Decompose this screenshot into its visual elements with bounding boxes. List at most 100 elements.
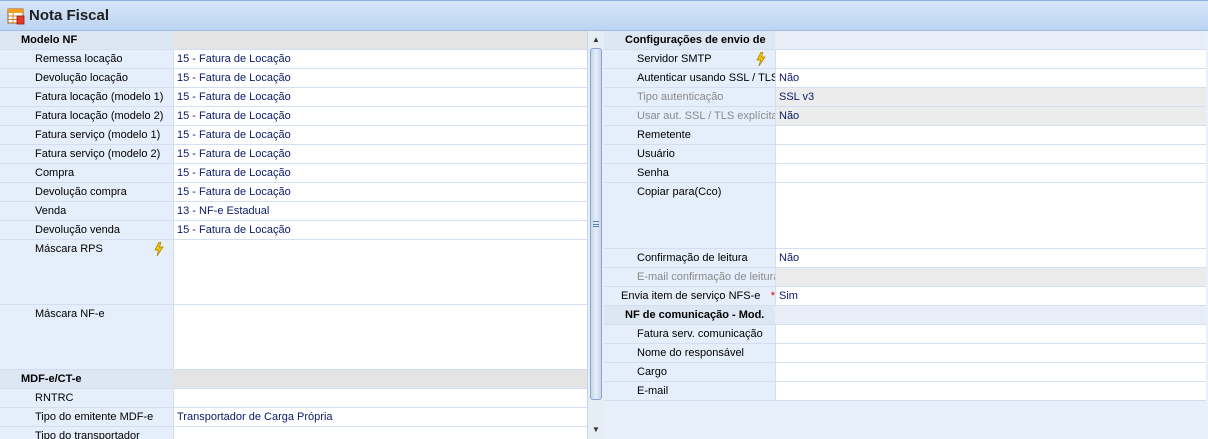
row-label: Remetente (604, 126, 775, 144)
autenticar-ssl-select[interactable]: Não (775, 69, 1206, 87)
row-label: Copiar para(Cco) (604, 183, 775, 248)
row-label: Fatura locação (modelo 2) (0, 107, 173, 125)
row-value-field[interactable]: 15 - Fatura de Locação (173, 221, 587, 239)
row-label: Fatura locação (modelo 1) (0, 88, 173, 106)
category-fill (173, 31, 587, 49)
scrollbar-thumb[interactable] (590, 48, 602, 400)
grip-icon (593, 221, 599, 227)
row-value-field[interactable]: 15 - Fatura de Locação (173, 183, 587, 201)
usar-ssl-explicita-select: Não (775, 107, 1206, 125)
row-value-field[interactable]: 15 - Fatura de Locação (173, 107, 587, 125)
modelo-nf-row[interactable]: Remessa locação 15 - Fatura de Locação (0, 50, 587, 69)
row-value-field[interactable]: 15 - Fatura de Locação (173, 145, 587, 163)
row-label: Confirmação de leitura (604, 249, 775, 267)
row-usuario[interactable]: Usuário (604, 145, 1206, 164)
row-value-field[interactable]: Transportador de Carga Própria (173, 408, 587, 426)
label-text: Servidor SMTP (637, 53, 712, 65)
row-label: Fatura serv. comunicação (604, 325, 775, 343)
modelo-nf-row[interactable]: Devolução locação 15 - Fatura de Locação (0, 69, 587, 88)
modelo-nf-row[interactable]: Fatura locação (modelo 2) 15 - Fatura de … (0, 107, 587, 126)
row-email-confirmacao: E-mail confirmação de leitura (604, 268, 1206, 287)
mdfe-row[interactable]: Tipo do transportador (0, 427, 587, 439)
row-mascara-nfe[interactable]: Máscara NF-e (0, 305, 587, 370)
email-confirmacao-input (775, 268, 1206, 286)
row-label: Compra (0, 164, 173, 182)
row-label: Devolução compra (0, 183, 173, 201)
tipo-autenticacao-select: SSL v3 (775, 88, 1206, 106)
envia-item-servico-select[interactable]: Sim (775, 287, 1206, 305)
comunicacao-row[interactable]: E-mail (604, 382, 1206, 401)
modelo-nf-row[interactable]: Devolução venda 15 - Fatura de Locação (0, 221, 587, 240)
row-value-field[interactable]: 15 - Fatura de Locação (173, 126, 587, 144)
scroll-down-arrow-icon[interactable]: ▼ (588, 423, 604, 437)
category-configuracoes-envio[interactable]: Configurações de envio de (604, 31, 1206, 50)
lightning-icon[interactable] (154, 242, 164, 256)
row-value-field[interactable] (775, 325, 1206, 343)
row-value-field[interactable] (173, 389, 587, 407)
modelo-nf-row[interactable]: Compra 15 - Fatura de Locação (0, 164, 587, 183)
modelo-nf-row[interactable]: Fatura serviço (modelo 2) 15 - Fatura de … (0, 145, 587, 164)
table-form-icon (7, 8, 25, 24)
mascara-nfe-input[interactable] (173, 305, 587, 369)
row-label: E-mail (604, 382, 775, 400)
copiar-cco-input[interactable] (775, 183, 1206, 248)
row-label: Autenticar usando SSL / TLS (604, 69, 775, 87)
category-mdfe-cte[interactable]: MDF-e/CT-e (0, 370, 587, 389)
row-autenticar-ssl[interactable]: Autenticar usando SSL / TLS Não (604, 69, 1206, 88)
row-label: Tipo do transportador (0, 427, 173, 439)
row-senha[interactable]: Senha (604, 164, 1206, 183)
row-value-field[interactable]: 15 - Fatura de Locação (173, 69, 587, 87)
mascara-rps-input[interactable] (173, 240, 587, 304)
vertical-scrollbar[interactable]: ▲ ▼ (587, 31, 604, 439)
row-mascara-rps[interactable]: Máscara RPS (0, 240, 587, 305)
senha-input[interactable] (775, 164, 1206, 182)
row-label: Usar aut. SSL / TLS explícita (604, 107, 775, 125)
remetente-input[interactable] (775, 126, 1206, 144)
row-servidor-smtp[interactable]: Servidor SMTP (604, 50, 1206, 69)
mdfe-row[interactable]: Tipo do emitente MDF-e Transportador de C… (0, 408, 587, 427)
category-modelo-nf[interactable]: Modelo NF (0, 31, 587, 50)
mdfe-row[interactable]: RNTRC (0, 389, 587, 408)
scroll-up-arrow-icon[interactable]: ▲ (588, 33, 604, 47)
row-value-field[interactable]: 15 - Fatura de Locação (173, 164, 587, 182)
left-property-grid: Modelo NF Remessa locação 15 - Fatura de … (0, 31, 604, 439)
row-label: Cargo (604, 363, 775, 381)
usuario-input[interactable] (775, 145, 1206, 163)
row-confirmacao-leitura[interactable]: Confirmação de leitura Não (604, 249, 1206, 268)
modelo-nf-row[interactable]: Devolução compra 15 - Fatura de Locação (0, 183, 587, 202)
row-label: Fatura serviço (modelo 2) (0, 145, 173, 163)
comunicacao-row[interactable]: Cargo (604, 363, 1206, 382)
category-fill (775, 31, 1206, 49)
comunicacao-row[interactable]: Fatura serv. comunicação (604, 325, 1206, 344)
category-title: Configurações de envio de (625, 34, 766, 46)
row-label: Máscara RPS (0, 240, 173, 304)
row-value-field[interactable] (775, 363, 1206, 381)
row-value-field[interactable] (173, 427, 587, 439)
comunicacao-row[interactable]: Nome do responsável (604, 344, 1206, 363)
modelo-nf-row[interactable]: Venda 13 - NF-e Estadual (0, 202, 587, 221)
row-value-field[interactable]: 15 - Fatura de Locação (173, 88, 587, 106)
row-envia-item-servico[interactable]: Envia item de serviço NFS-e * Sim (604, 287, 1206, 306)
lightning-icon[interactable] (756, 52, 766, 66)
modelo-nf-row[interactable]: Fatura serviço (modelo 1) 15 - Fatura de … (0, 126, 587, 145)
row-value-field[interactable] (775, 382, 1206, 400)
row-label: Senha (604, 164, 775, 182)
row-remetente[interactable]: Remetente (604, 126, 1206, 145)
row-value-field[interactable]: 13 - NF-e Estadual (173, 202, 587, 220)
label-text: Envia item de serviço NFS-e (621, 290, 761, 302)
category-fill (775, 306, 1206, 324)
row-label: RNTRC (0, 389, 173, 407)
row-value-field[interactable] (775, 344, 1206, 362)
row-usar-ssl-explicita: Usar aut. SSL / TLS explícita Não (604, 107, 1206, 126)
row-copiar-cco[interactable]: Copiar para(Cco) (604, 183, 1206, 249)
row-label: Servidor SMTP (604, 50, 775, 68)
row-label: Remessa locação (0, 50, 173, 68)
row-label: Devolução locação (0, 69, 173, 87)
row-value-field[interactable]: 15 - Fatura de Locação (173, 50, 587, 68)
row-label: Venda (0, 202, 173, 220)
modelo-nf-row[interactable]: Fatura locação (modelo 1) 15 - Fatura de … (0, 88, 587, 107)
category-nf-comunicacao[interactable]: NF de comunicação - Mod. (604, 306, 1206, 325)
servidor-smtp-input[interactable] (775, 50, 1206, 68)
confirmacao-leitura-select[interactable]: Não (775, 249, 1206, 267)
row-label: Devolução venda (0, 221, 173, 239)
